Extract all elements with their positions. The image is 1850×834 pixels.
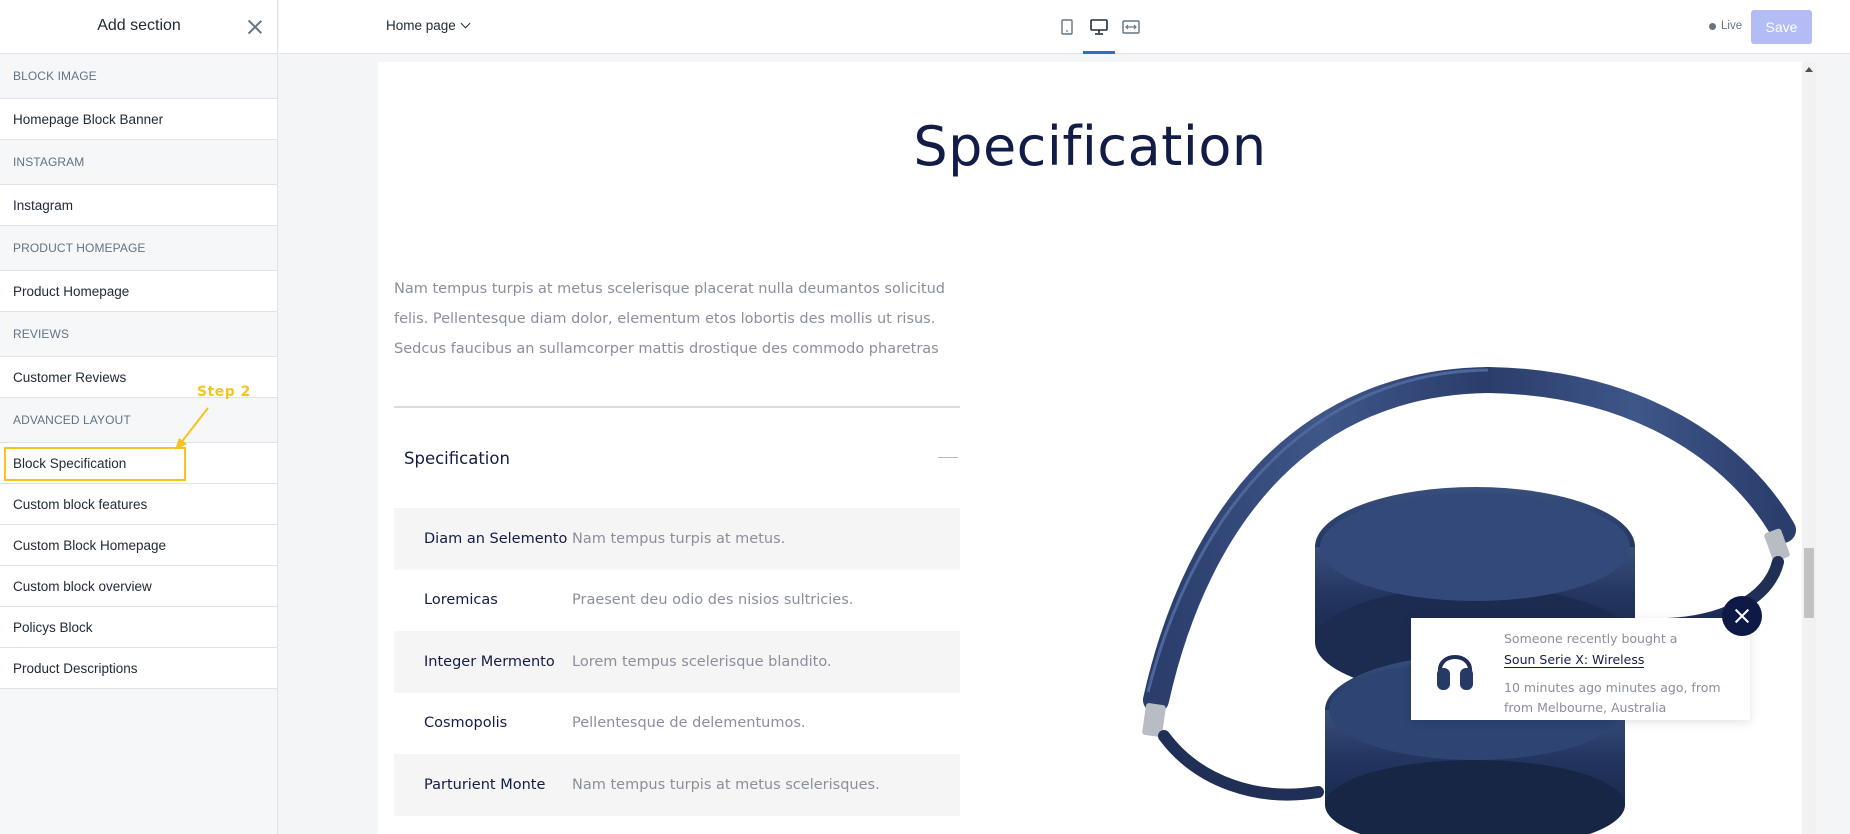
headphones-product-image [1142,367,1796,834]
spec-key: Loremicas [424,592,498,609]
close-icon[interactable] [246,18,264,36]
notification-time-location: 10 minutes ago minutes ago, from from Me… [1504,680,1721,715]
fullwidth-icon [1122,20,1140,34]
live-dot-icon [1709,22,1716,30]
chevron-down-icon [460,18,471,29]
step-annotation: Step 2 [197,384,251,400]
live-label: Live [1721,20,1743,32]
desktop-view-button[interactable] [1083,0,1115,54]
mobile-icon [1061,19,1073,35]
spec-value: Pellentesque de delementumos. [572,715,806,732]
purchase-notification: Someone recently bought a Soun Serie X: … [1411,618,1750,720]
add-section-sidebar: Add section BLOCK IMAGE Homepage Block B… [0,0,278,834]
sidebar-title: Add section [97,17,181,34]
group-label-advanced-layout: ADVANCED LAYOUT [0,398,277,443]
spec-key: Parturient Monte [424,776,546,793]
section-item-custom-block-homepage[interactable]: Custom Block Homepage [0,525,277,566]
editor-topbar: Home page Live Save [279,0,1850,54]
section-item-policys-block[interactable]: Policys Block [0,607,277,648]
page-selector[interactable]: Home page [386,18,471,33]
step-arrow-icon [175,407,209,450]
table-row: Parturient Monte Nam tempus turpis at me… [394,754,960,816]
page-selector-label: Home page [386,18,456,33]
spec-value: Praesent deu odio des nisios sultricies. [572,592,854,609]
specification-heading: Specification [913,115,1267,178]
section-item-product-homepage[interactable]: Product Homepage [0,271,277,312]
section-item-custom-block-features[interactable]: Custom block features [0,484,277,525]
sidebar-header: Add section [0,0,277,54]
notification-text: Someone recently bought a [1504,631,1678,646]
section-item-instagram[interactable]: Instagram [0,185,277,226]
specification-table: Diam an Selemento Nam tempus turpis at m… [394,508,960,816]
headphones-thumbnail-icon [1437,655,1473,690]
collapse-icon[interactable] [938,457,958,458]
table-row: Integer Mermento Lorem tempus scelerisqu… [394,631,960,693]
spec-key: Integer Mermento [424,653,555,670]
desktop-icon [1090,19,1108,35]
save-button[interactable]: Save [1751,10,1812,44]
preview-scrollbar[interactable] [1802,62,1816,834]
spec-key: Diam an Selemento [424,530,568,547]
group-label-product-homepage: PRODUCT HOMEPAGE [0,226,277,271]
specification-description: Nam tempus turpis at metus scelerisque p… [394,281,945,357]
device-switcher [1055,0,1143,54]
accordion-title[interactable]: Specification [404,449,510,468]
group-label-instagram: INSTAGRAM [0,140,277,185]
scroll-up-icon[interactable] [1805,67,1813,72]
section-item-homepage-block-banner[interactable]: Homepage Block Banner [0,99,277,140]
group-label-reviews: REVIEWS [0,312,277,357]
notification-close-icon[interactable] [1722,596,1762,636]
divider [394,406,960,408]
table-row: Loremicas Praesent deu odio des nisios s… [394,570,960,632]
section-item-custom-block-overview[interactable]: Custom block overview [0,566,277,607]
scroll-thumb[interactable] [1804,548,1814,618]
section-item-block-specification[interactable]: Block Specification [0,443,277,484]
live-status: Live [1709,20,1742,32]
mobile-view-button[interactable] [1055,0,1079,54]
table-row: Diam an Selemento Nam tempus turpis at m… [394,508,960,570]
fullwidth-view-button[interactable] [1119,0,1143,54]
spec-value: Lorem tempus scelerisque blandito. [572,653,832,670]
spec-key: Cosmopolis [424,715,508,732]
spec-value: Nam tempus turpis at metus scelerisques. [572,776,880,793]
spec-value: Nam tempus turpis at metus. [572,530,786,547]
notification-product-link[interactable]: Soun Serie X: Wireless [1504,652,1645,668]
group-label-block-image: BLOCK IMAGE [0,54,277,99]
section-item-product-descriptions[interactable]: Product Descriptions [0,648,277,689]
table-row: Cosmopolis Pellentesque de delementumos. [394,693,960,755]
